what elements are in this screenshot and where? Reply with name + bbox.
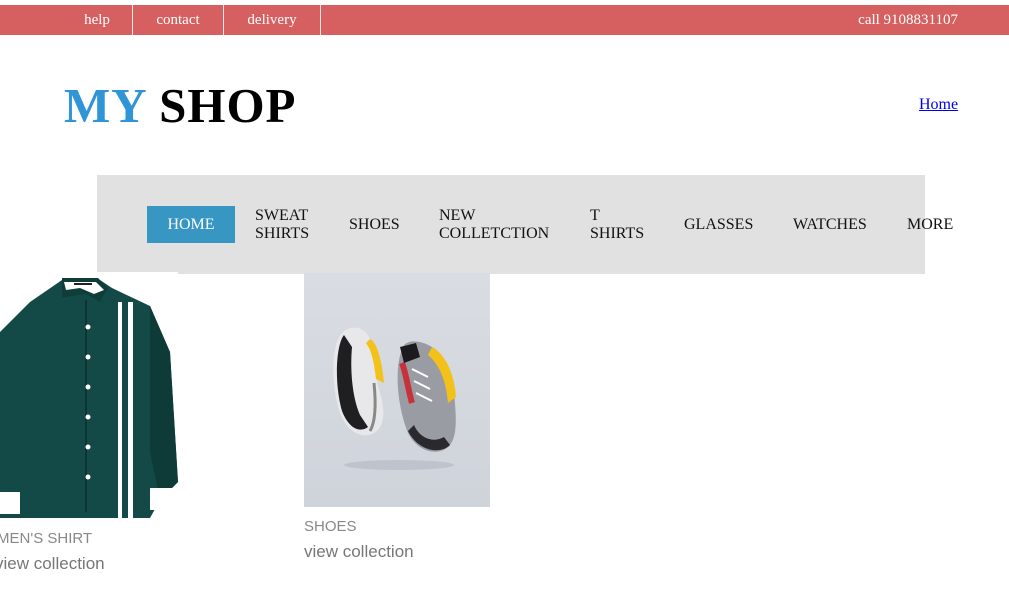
shoes-product-image[interactable] (304, 273, 490, 507)
nav-item-watches[interactable]: WATCHES (793, 216, 867, 234)
delivery-link[interactable]: delivery (224, 5, 320, 35)
logo-part-my: MY (64, 78, 146, 133)
top-bar: help contact delivery call 9108831107 (0, 5, 1009, 35)
site-logo[interactable]: MY SHOP (64, 78, 297, 134)
nav-item-t-shirts[interactable]: T SHIRTS (590, 207, 644, 243)
product-title: SHOES (304, 518, 357, 535)
main-nav: HOME SWEAT SHIRTS SHOES NEW COLLETCTION … (97, 175, 953, 274)
nav-item-shoes[interactable]: SHOES (349, 216, 400, 234)
nav-item-more[interactable]: MORE (907, 216, 953, 234)
nav-item-new-collection[interactable]: NEW COLLETCTION (439, 207, 567, 243)
nav-item-glasses[interactable]: GLASSES (684, 216, 753, 234)
nav-item-sweat-shirts[interactable]: SWEAT SHIRTS (255, 207, 320, 243)
home-link[interactable]: Home (919, 96, 958, 114)
product-title: MEN'S SHIRT (0, 530, 93, 547)
view-collection-link[interactable]: view collection (304, 542, 414, 562)
help-link[interactable]: help (62, 5, 132, 35)
nav-item-home[interactable]: HOME (147, 206, 235, 243)
logo-part-shop: SHOP (159, 78, 297, 133)
view-collection-link[interactable]: view collection (0, 554, 105, 574)
contact-link[interactable]: contact (133, 5, 223, 35)
phone-number: call 9108831107 (858, 12, 958, 28)
divider (320, 5, 321, 35)
shirt-product-image[interactable] (0, 272, 178, 520)
